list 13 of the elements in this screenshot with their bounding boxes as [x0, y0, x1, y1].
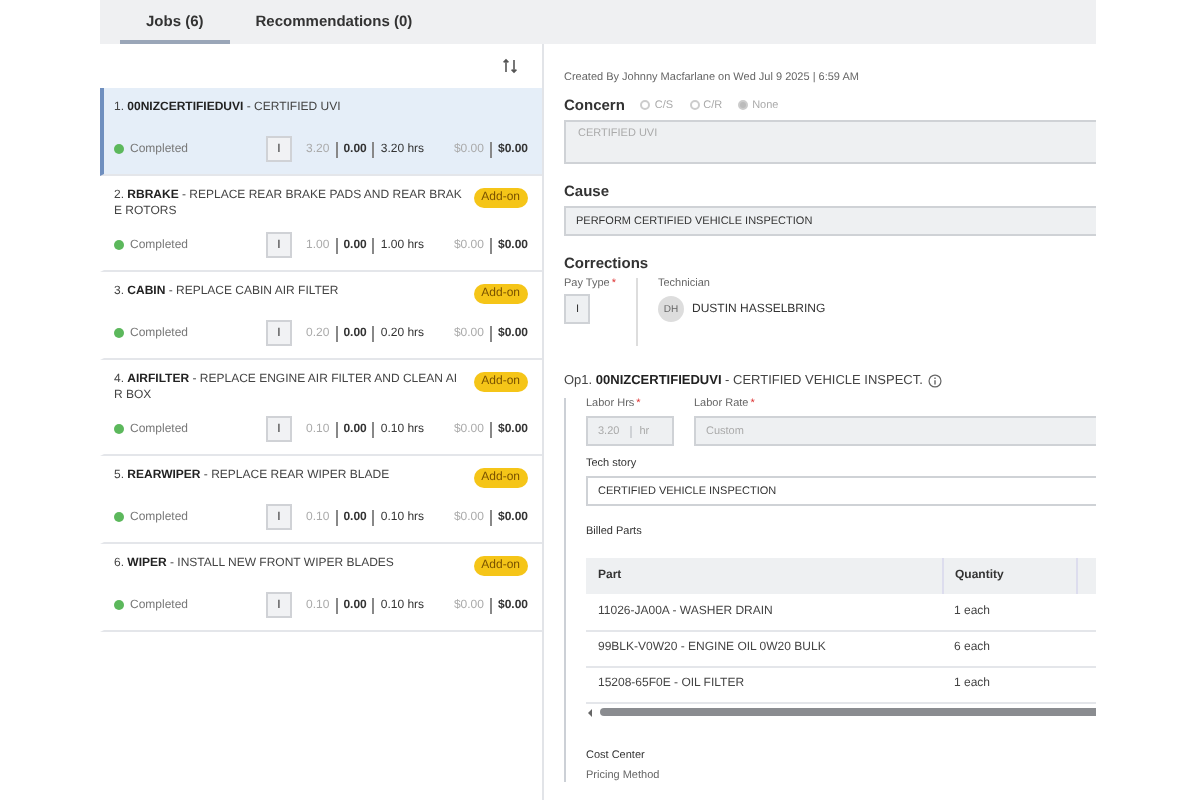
info-icon[interactable] — [928, 374, 943, 388]
status-dot — [114, 240, 124, 250]
status-dot — [114, 424, 124, 434]
radio-button[interactable] — [738, 100, 749, 110]
status-dot — [114, 144, 124, 154]
status-dot — [114, 600, 124, 610]
scrollbar-thumb[interactable] — [600, 708, 1096, 716]
scroll-left-icon[interactable] — [586, 707, 594, 717]
status-dot — [114, 512, 124, 522]
radio-button[interactable] — [689, 100, 700, 110]
status-dot — [114, 328, 124, 338]
sort-icon[interactable] — [502, 58, 518, 74]
radio-button[interactable] — [640, 100, 651, 110]
